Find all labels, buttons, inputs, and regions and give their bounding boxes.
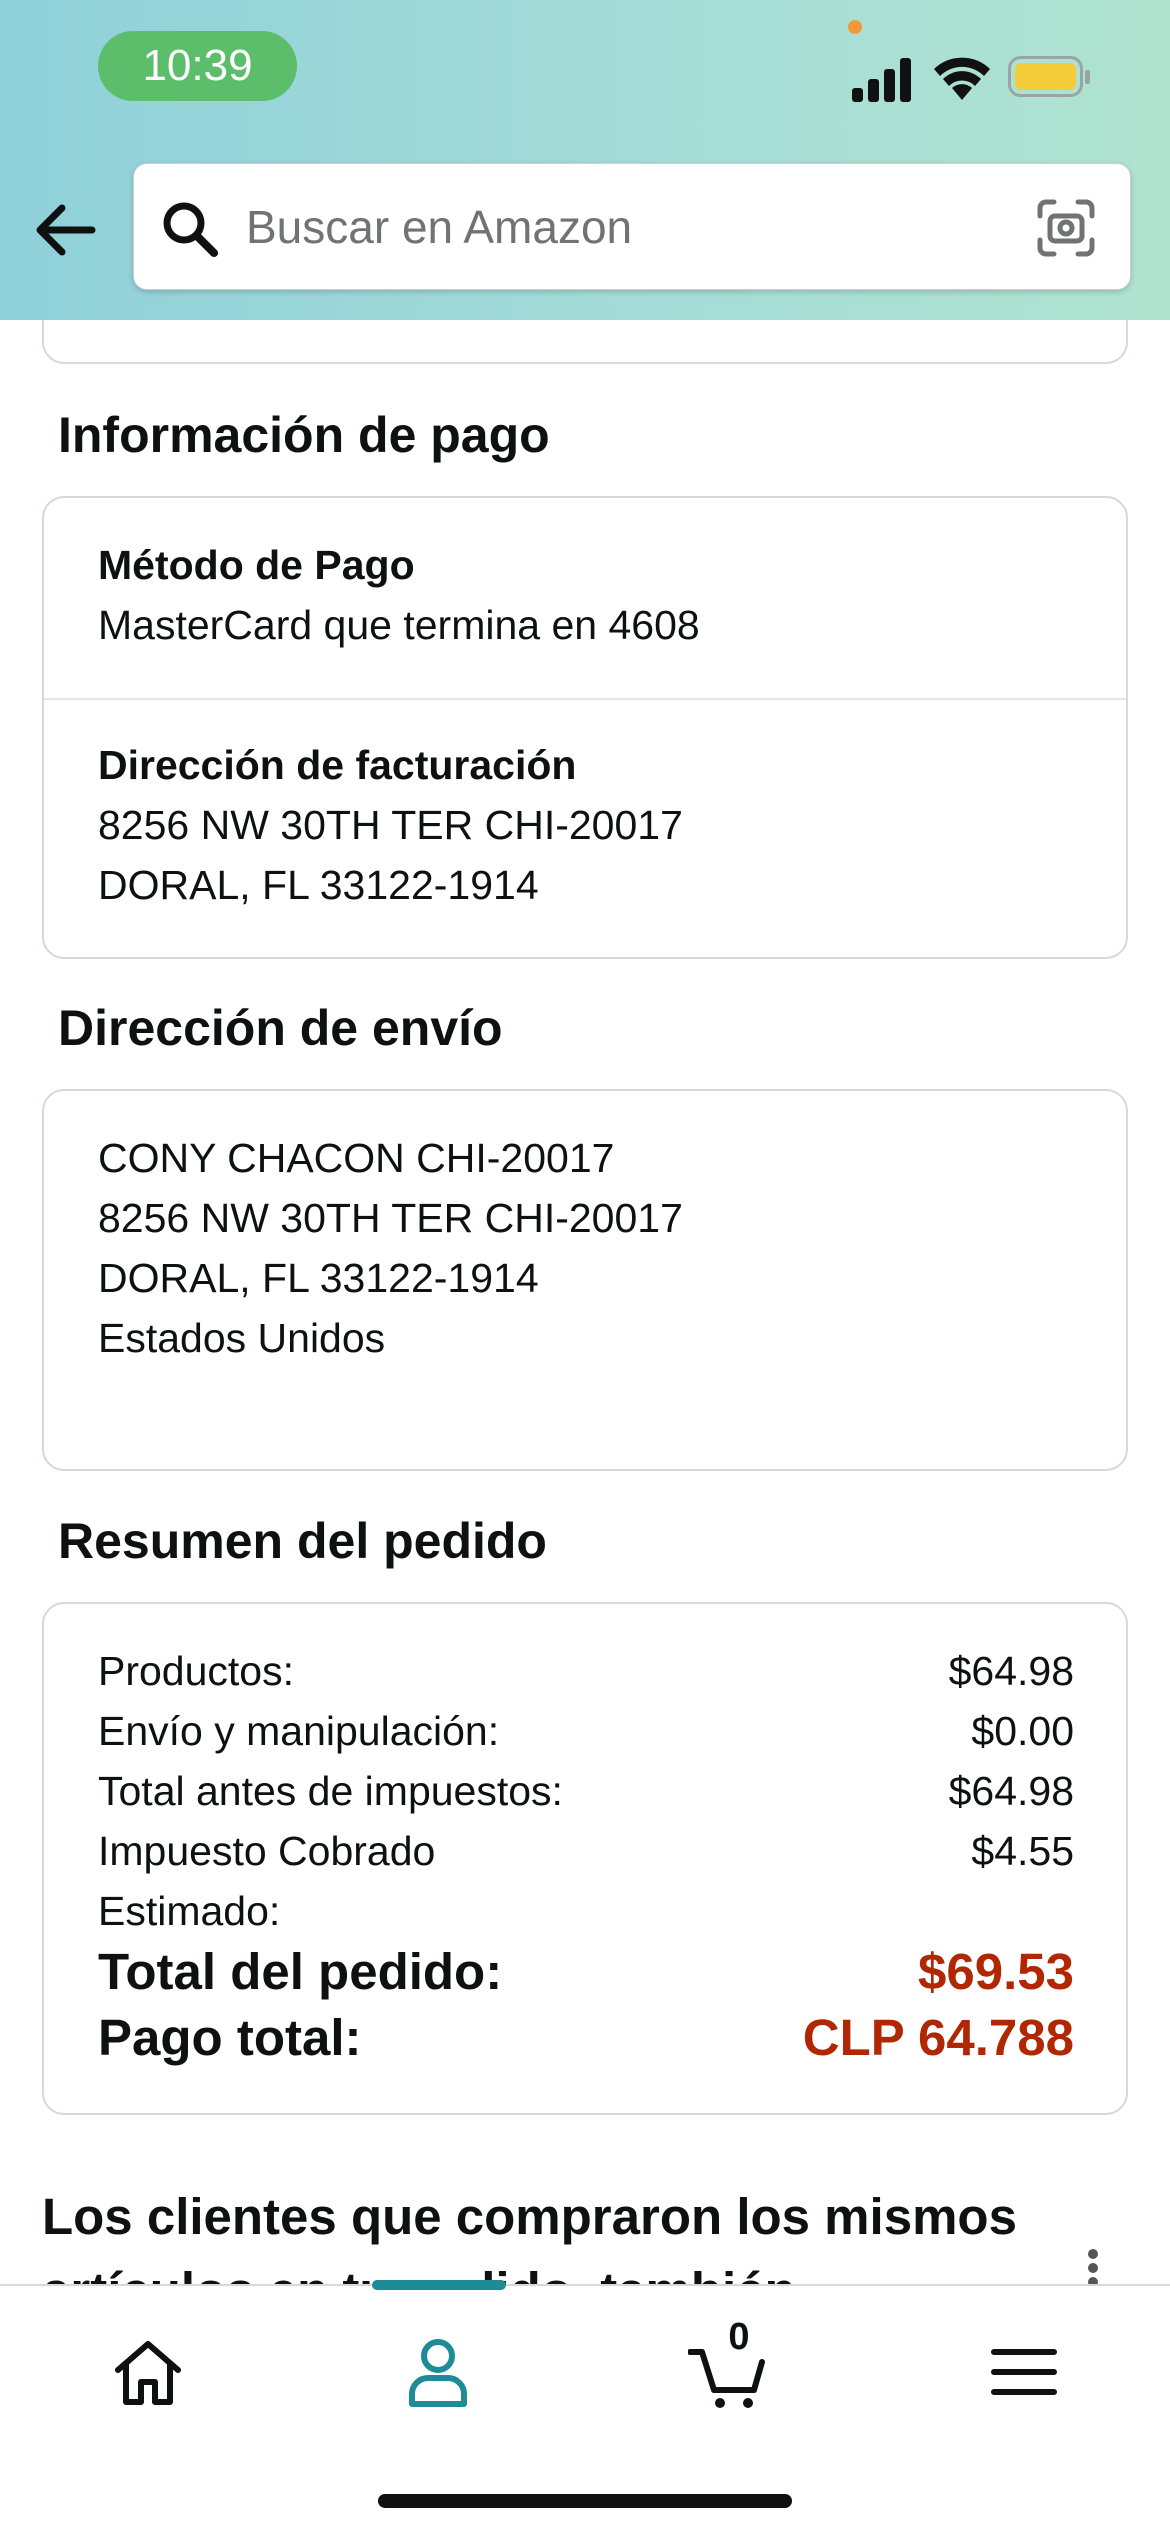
payment-total-value: CLP 64.788 <box>802 2009 1074 2066</box>
header: 10:39 <box>0 0 1170 320</box>
wifi-icon <box>934 57 990 100</box>
billing-address-line: 8256 NW 30TH TER CHI-20017 <box>98 802 683 848</box>
menu-icon[interactable] <box>984 2332 1064 2412</box>
summary-row-value: $4.55 <box>971 1828 1074 1874</box>
payment-info-card: Método de Pago MasterCard que termina en… <box>42 496 1128 959</box>
order-total-value: $69.53 <box>918 1943 1074 2000</box>
divider <box>44 698 1126 700</box>
shipping-address-line: 8256 NW 30TH TER CHI-20017 <box>98 1195 683 1241</box>
billing-address-line: DORAL, FL 33122-1914 <box>98 862 539 908</box>
summary-row-value: $64.98 <box>948 1768 1074 1814</box>
billing-address-label: Dirección de facturación <box>98 742 577 788</box>
search-input[interactable] <box>246 188 1006 266</box>
search-icon <box>163 202 218 257</box>
camera-scan-icon[interactable] <box>1036 198 1096 258</box>
order-total-label: Total del pedido: <box>98 1943 503 2000</box>
summary-row-value: $0.00 <box>971 1708 1074 1754</box>
shipping-address-line: DORAL, FL 33122-1914 <box>98 1255 539 1301</box>
cart-icon[interactable] <box>688 2332 768 2412</box>
back-arrow-icon[interactable] <box>30 196 104 264</box>
payment-info-title: Información de pago <box>58 407 550 463</box>
payment-method-value: MasterCard que termina en 4608 <box>98 602 700 648</box>
account-icon[interactable] <box>398 2332 478 2412</box>
bottom-nav: 0 <box>0 2280 1170 2534</box>
status-time: 10:39 <box>98 31 297 101</box>
shipping-address-card: CONY CHACON CHI-20017 8256 NW 30TH TER C… <box>42 1089 1128 1471</box>
payment-method-label: Método de Pago <box>98 542 415 588</box>
summary-row-label: Productos: <box>98 1648 294 1694</box>
signal-icon <box>852 58 911 102</box>
active-tab-indicator <box>372 2280 506 2290</box>
search-bar[interactable] <box>133 163 1131 290</box>
shipping-address-title: Dirección de envío <box>58 1000 503 1056</box>
summary-row-value: $64.98 <box>948 1648 1074 1694</box>
home-indicator <box>378 2494 792 2508</box>
summary-row-label: Total antes de impuestos: <box>98 1768 563 1814</box>
privacy-indicator <box>848 20 862 34</box>
battery-icon <box>1008 56 1090 97</box>
shipping-address-line: CONY CHACON CHI-20017 <box>98 1135 615 1181</box>
order-summary-title: Resumen del pedido <box>58 1513 547 1569</box>
shipping-address-line: Estados Unidos <box>98 1315 386 1361</box>
summary-row-label: Impuesto Cobrado <box>98 1828 436 1874</box>
more-options-icon[interactable] <box>1086 2248 1100 2288</box>
order-summary-card: Productos: $64.98 Envío y manipulación: … <box>42 1602 1128 2115</box>
summary-row-label: Envío y manipulación: <box>98 1708 500 1754</box>
summary-row-label-cont: Estimado: <box>98 1888 281 1934</box>
home-icon[interactable] <box>108 2332 188 2412</box>
payment-total-label: Pago total: <box>98 2009 362 2066</box>
